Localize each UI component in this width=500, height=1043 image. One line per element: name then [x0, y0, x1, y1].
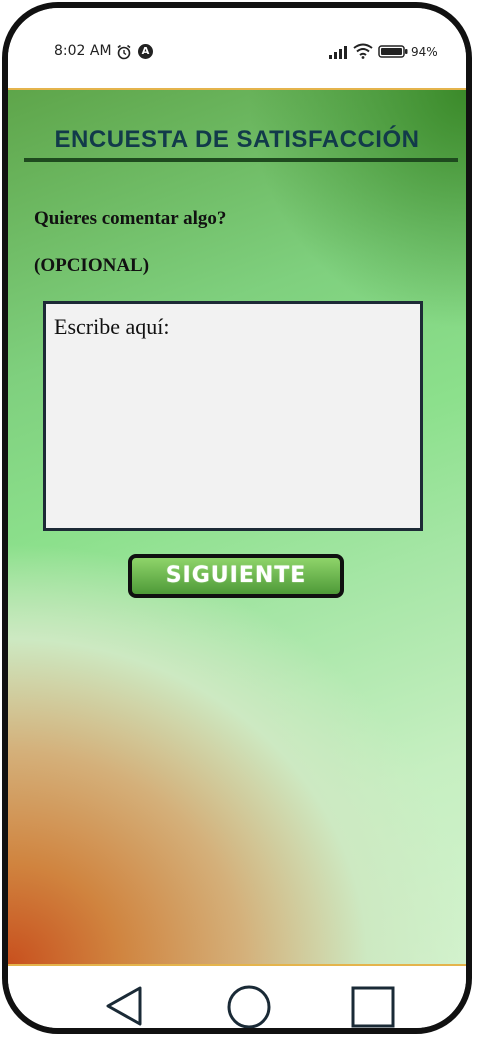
optional-label: (OPCIONAL) [34, 255, 150, 276]
comment-textarea[interactable] [43, 301, 423, 531]
question-label: Quieres comentar algo? [34, 208, 227, 229]
battery-icon [378, 45, 408, 58]
recents-square-icon[interactable] [350, 986, 396, 1028]
home-circle-icon[interactable] [226, 984, 272, 1030]
page-title: ENCUESTA DE SATISFACCIÓN [54, 126, 420, 153]
phone-frame: 8:02 AM A 94% ENCUESTA DE SATISFACCIÓN Q… [2, 2, 472, 1034]
alarm-clock-icon [117, 44, 131, 60]
survey-screen: ENCUESTA DE SATISFACCIÓN Quieres comenta… [8, 88, 466, 966]
cell-signal-icon [329, 46, 347, 59]
status-bar: 8:02 AM A 94% [8, 8, 466, 88]
back-triangle-icon[interactable] [102, 984, 146, 1028]
next-button[interactable]: SIGUIENTE [128, 554, 344, 598]
battery-percent: 94% [411, 45, 438, 59]
app-notification-icon: A [138, 44, 153, 59]
status-time: 8:02 AM [54, 43, 112, 59]
title-divider [24, 158, 458, 162]
navigation-bar [8, 966, 466, 1030]
wifi-icon [353, 43, 373, 59]
